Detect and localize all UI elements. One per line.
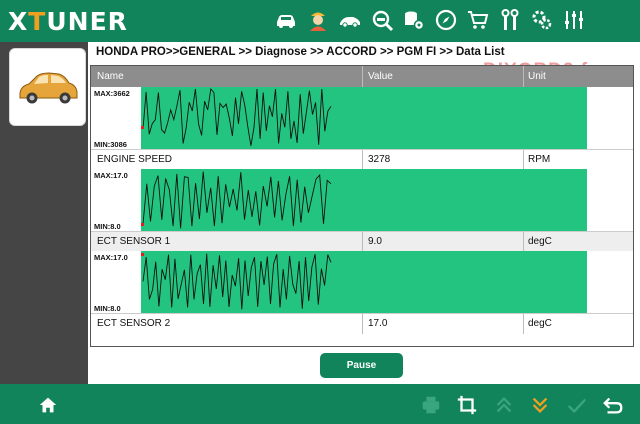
row-unit: degC [528,236,552,247]
row-name: ECT SENSOR 2 [97,318,171,329]
cart-icon[interactable] [462,5,494,35]
column-divider [523,232,524,252]
back-icon[interactable] [601,393,625,417]
gold-car-icon [19,72,77,104]
sidebar [0,42,88,384]
settings-icon[interactable] [526,5,558,35]
data-list-table: Name Value Unit MAX:3662 MIN:3086 ENGINE… [90,65,634,347]
car-search-icon[interactable] [366,5,398,35]
graph-marker [141,223,144,226]
graph-ect-sensor-2: MAX:17.0 MIN:8.0 [91,251,633,313]
table-header: Name Value Unit [91,66,633,87]
main-content: HONDA PRO>>GENERAL >> Diagnose >> ACCORD… [88,42,636,384]
graph-trace-area [142,87,332,146]
column-divider [362,66,363,87]
row-value: 17.0 [368,318,388,329]
print-icon[interactable] [419,393,443,417]
graph-trace-line [142,253,332,310]
top-bar: XTUNER [0,0,640,42]
column-divider [362,150,363,170]
graph-trace-area [142,171,332,229]
column-header-name: Name [97,71,124,82]
crop-icon[interactable] [455,393,479,417]
row-value: 3278 [368,154,391,165]
graph-engine-speed: MAX:3662 MIN:3086 [91,87,633,149]
graph-max-label: MAX:3662 [94,89,130,98]
graph-marker [141,126,144,129]
row-unit: RPM [528,154,551,165]
page-down-icon[interactable] [528,393,552,417]
graph-max-label: MAX:17.0 [94,171,128,180]
row-value: 9.0 [368,236,382,247]
sport-car-icon[interactable] [334,5,366,35]
graph-trace-line [142,87,332,146]
graph-trace-line [142,171,332,229]
graph-ect-sensor-1: MAX:17.0 MIN:8.0 [91,169,633,231]
row-name: ENGINE SPEED [97,154,173,165]
column-divider [362,232,363,252]
column-divider [523,66,524,87]
mechanic-icon[interactable] [302,5,334,35]
sliders-icon[interactable] [558,5,590,35]
table-row[interactable]: ENGINE SPEED 3278 RPM [91,149,633,170]
page-up-icon[interactable] [492,393,516,417]
column-divider [362,314,363,334]
column-header-unit: Unit [528,71,546,82]
graph-max-label: MAX:17.0 [94,253,128,262]
home-icon[interactable] [36,393,60,417]
top-toolbar [270,5,590,35]
car-icon[interactable] [270,5,302,35]
graph-min-label: MIN:3086 [94,140,127,149]
bottom-bar [0,384,640,424]
graph-trace-area [142,253,332,310]
graph-marker [141,253,144,256]
graph-min-label: MIN:8.0 [94,222,121,231]
row-unit: degC [528,318,552,329]
row-name: ECT SENSOR 1 [97,236,171,247]
table-row[interactable]: ECT SENSOR 2 17.0 degC [91,313,633,334]
confirm-icon[interactable] [565,393,589,417]
compass-icon[interactable] [430,5,462,35]
column-divider [523,314,524,334]
pause-button[interactable]: Pause [320,353,403,378]
graph-min-label: MIN:8.0 [94,304,121,313]
tools-icon[interactable] [494,5,526,35]
database-gear-icon[interactable] [398,5,430,35]
table-row[interactable]: ECT SENSOR 1 9.0 degC [91,231,633,252]
column-divider [523,150,524,170]
xtuner-logo: XTUNER [8,7,128,36]
vehicle-tile[interactable] [9,48,86,126]
column-header-value: Value [368,71,393,82]
breadcrumb: HONDA PRO>>GENERAL >> Diagnose >> ACCORD… [96,46,505,58]
